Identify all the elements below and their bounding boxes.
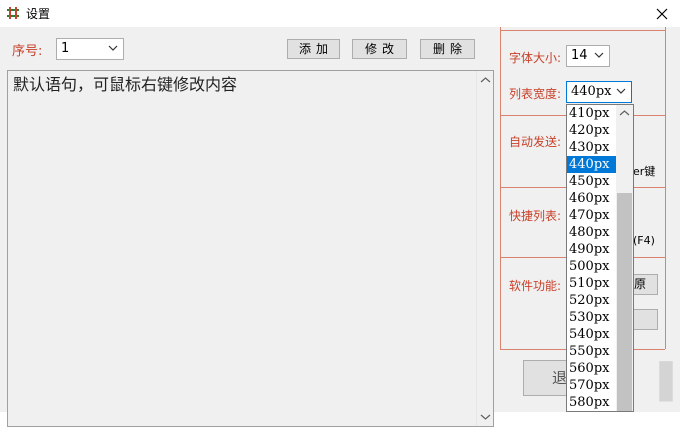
dropdown-list: 410px 420px 430px 440px 450px 460px 470px 480px… — [567, 105, 617, 411]
dropdown-option[interactable]: 410px — [567, 105, 617, 122]
app-icon — [7, 7, 19, 19]
font-size-select[interactable]: 14 — [566, 45, 610, 67]
add-button[interactable]: 添加 — [287, 39, 340, 59]
chevron-down-icon — [108, 45, 118, 51]
panel-border-right — [665, 27, 666, 349]
dropdown-option[interactable]: 420px — [567, 122, 617, 139]
delete-button[interactable]: 删除 — [420, 39, 475, 59]
scroll-up-icon[interactable] — [480, 76, 491, 84]
font-size-label: 字体大小: — [509, 51, 562, 65]
dropdown-option[interactable]: 440px — [567, 156, 617, 173]
dropdown-option[interactable]: 570px — [567, 377, 617, 394]
list-width-select[interactable]: 440px — [566, 81, 632, 103]
restore-button[interactable]: 原 — [630, 274, 658, 295]
chevron-down-icon — [594, 52, 604, 58]
dropdown-option[interactable]: 530px — [567, 309, 617, 326]
dropdown-option[interactable]: 580px — [567, 394, 617, 411]
list-width-label: 列表宽度: — [509, 87, 562, 101]
window-title: 设置 — [26, 7, 51, 21]
dropdown-option[interactable]: 490px — [567, 241, 617, 258]
software-function-label: 软件功能: — [509, 279, 562, 293]
dropdown-option[interactable]: 500px — [567, 258, 617, 275]
settings-client-area: 序号: 1 添加 修改 删除 默认语句，可鼠标右键修改内容 字体大小: 14 列… — [0, 27, 680, 427]
auto-send-option-partial: er键 — [633, 165, 656, 178]
shortcut-list-label: 快捷列表: — [509, 209, 562, 223]
function-button[interactable] — [630, 309, 658, 330]
seq-value: 1 — [61, 41, 70, 56]
close-icon — [656, 8, 668, 19]
dropdown-option[interactable]: 510px — [567, 275, 617, 292]
dropdown-option[interactable]: 450px — [567, 173, 617, 190]
list-width-value: 440px — [571, 84, 612, 99]
dropdown-option[interactable]: 460px — [567, 190, 617, 207]
panel-border-left — [500, 27, 501, 349]
editor-text: 默认语句，可鼠标右键修改内容 — [13, 75, 238, 94]
scroll-up-icon[interactable] — [619, 109, 630, 117]
panel-divider — [500, 30, 665, 31]
seq-select[interactable]: 1 — [56, 38, 124, 60]
dropdown-option[interactable]: 540px — [567, 326, 617, 343]
shortcut-key-partial: (F4) — [633, 234, 655, 247]
title-bar: 设置 — [0, 0, 680, 27]
list-width-dropdown[interactable]: 410px 420px 430px 440px 450px 460px 470px 480px… — [566, 104, 634, 412]
phrase-editor[interactable]: 默认语句，可鼠标右键修改内容 — [7, 70, 494, 427]
editor-scrollbar[interactable] — [476, 71, 493, 426]
dropdown-option[interactable]: 430px — [567, 139, 617, 156]
dropdown-option[interactable]: 480px — [567, 224, 617, 241]
seq-label: 序号: — [12, 44, 43, 59]
scrollbar-thumb[interactable] — [617, 193, 632, 411]
dropdown-option[interactable]: 470px — [567, 207, 617, 224]
chevron-down-icon — [616, 88, 626, 94]
modify-button[interactable]: 修改 — [352, 39, 407, 59]
dropdown-option[interactable]: 550px — [567, 343, 617, 360]
dropdown-option[interactable]: 560px — [567, 360, 617, 377]
close-button[interactable] — [644, 0, 680, 27]
dropdown-option[interactable]: 520px — [567, 292, 617, 309]
font-size-value: 14 — [571, 48, 588, 63]
dropdown-scrollbar[interactable] — [616, 105, 633, 411]
scroll-down-icon[interactable] — [480, 413, 491, 421]
auto-send-label: 自动发送: — [509, 135, 562, 149]
